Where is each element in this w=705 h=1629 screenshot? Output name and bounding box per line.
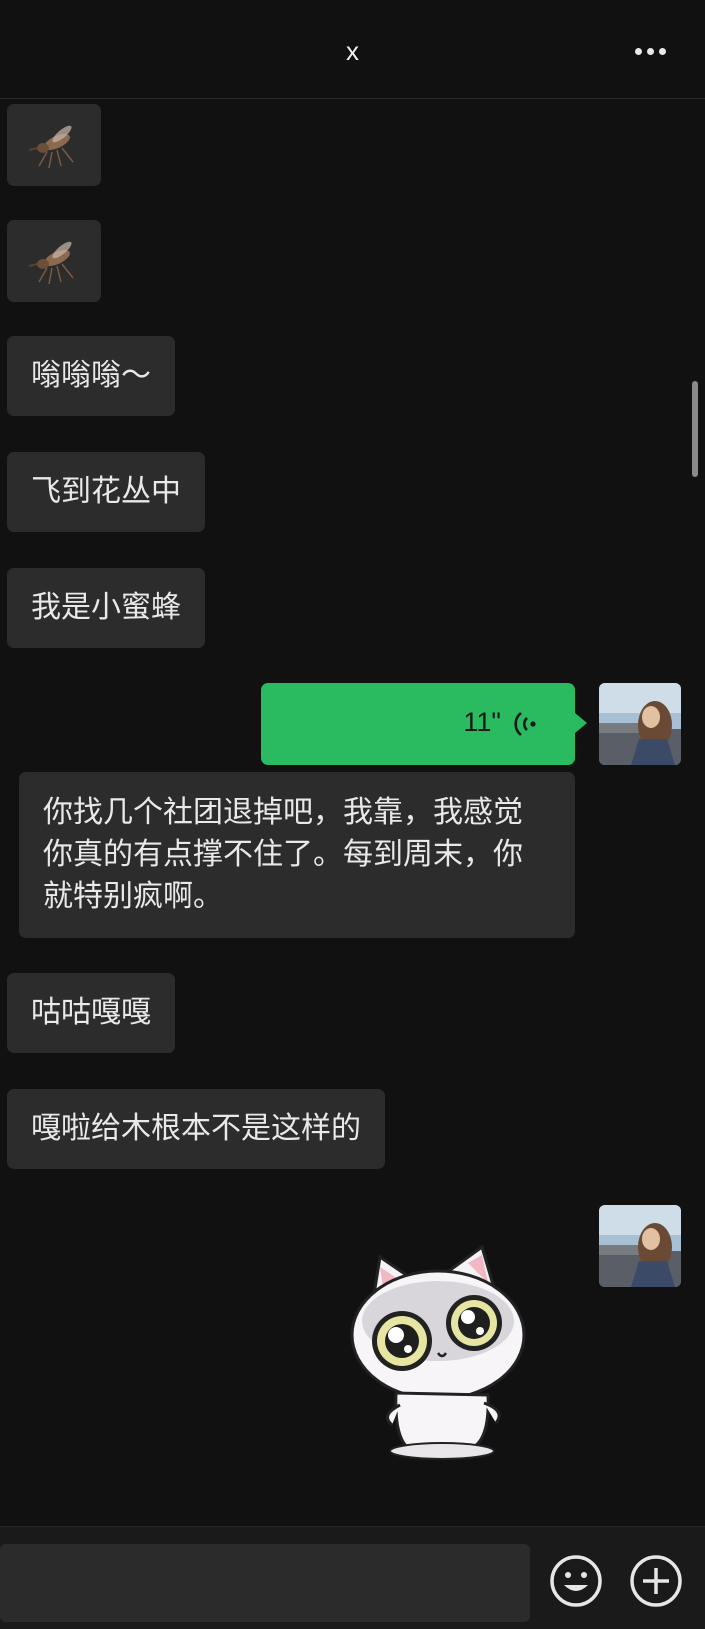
- message-bubble[interactable]: 我是小蜜蜂: [7, 568, 205, 648]
- mosquito-icon: [28, 241, 74, 285]
- voice-wave-icon: [514, 711, 536, 737]
- cute-cat-sticker[interactable]: [350, 1244, 540, 1460]
- mosquito-sticker-2[interactable]: [7, 220, 101, 302]
- message-bubble[interactable]: 嗡嗡嗡～: [7, 336, 175, 416]
- mosquito-icon: [28, 125, 74, 169]
- more-icon[interactable]: [635, 40, 671, 64]
- message-bubble[interactable]: 飞到花丛中: [7, 452, 205, 532]
- voice-message-bubble[interactable]: 11": [261, 683, 587, 765]
- message-bubble[interactable]: 嘎啦给木根本不是这样的: [7, 1089, 385, 1169]
- chat-header: x: [0, 0, 705, 99]
- message-input[interactable]: [0, 1544, 530, 1622]
- plus-circle-icon[interactable]: [628, 1553, 684, 1609]
- emoji-smile-icon[interactable]: [548, 1553, 604, 1609]
- avatar[interactable]: [599, 683, 681, 765]
- chat-title: x: [346, 36, 359, 66]
- scrollbar[interactable]: [692, 381, 698, 477]
- mosquito-sticker-1[interactable]: [7, 104, 101, 186]
- message-bubble-long[interactable]: 你找几个社团退掉吧，我靠，我感觉你真的有点撑不住了。每到周末，你就特别疯啊。: [19, 772, 575, 938]
- voice-duration: 11": [463, 707, 501, 737]
- message-bubble[interactable]: 咕咕嘎嘎: [7, 973, 175, 1053]
- input-bar: [0, 1526, 705, 1629]
- avatar[interactable]: [599, 1205, 681, 1287]
